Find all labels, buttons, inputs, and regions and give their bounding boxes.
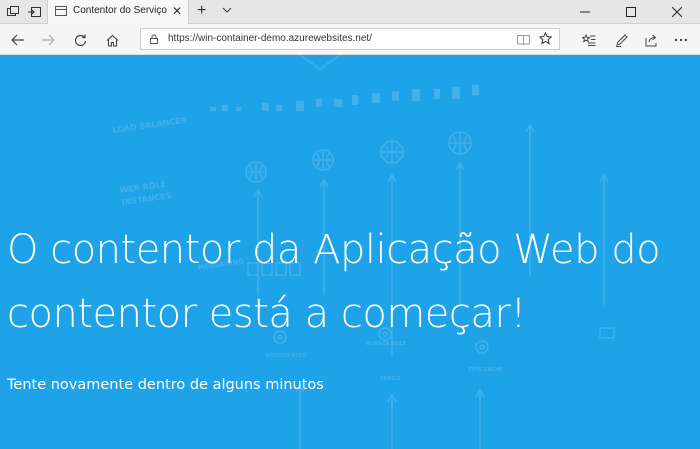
new-tab-icon[interactable]: + — [197, 2, 206, 20]
retry-message: Tente novamente dentro de alguns minutos — [7, 377, 324, 393]
bg-label-load-balancer: LOAD BALANCER — [112, 116, 187, 135]
address-bar[interactable]: https://win-container-demo.azurewebsites… — [140, 28, 560, 50]
active-tab[interactable]: Contentor do Serviço ✕ — [47, 0, 189, 24]
url-text: https://win-container-demo.azurewebsites… — [168, 33, 372, 44]
home-icon[interactable] — [103, 31, 121, 49]
favorites-hub-icon[interactable] — [580, 31, 598, 49]
refresh-icon[interactable] — [71, 31, 89, 49]
share-icon[interactable] — [642, 31, 660, 49]
navigation-bar: https://win-container-demo.azurewebsites… — [0, 24, 700, 55]
lock-icon — [150, 34, 158, 44]
close-icon[interactable] — [654, 0, 700, 24]
tab-list-chevron-icon[interactable] — [222, 3, 232, 19]
close-tab-icon[interactable]: ✕ — [172, 4, 182, 18]
tab-bar: Contentor do Serviço ✕ + — [0, 0, 700, 24]
bg-label-topics: TOPICS — [380, 376, 401, 382]
more-icon[interactable] — [672, 31, 690, 49]
tab-preview-icon[interactable] — [26, 4, 42, 20]
bg-label-type-cache: TYPE CACHE — [468, 367, 503, 373]
page-content: LOAD BALANCER WEB ROLE INSTANCES MESSAGI… — [0, 55, 700, 449]
maximize-icon[interactable] — [608, 0, 654, 24]
bg-label-worker-role-1: WORKER ROLE — [265, 353, 307, 359]
forward-icon[interactable] — [39, 31, 57, 49]
tab-set-aside-icon[interactable] — [5, 4, 21, 20]
minimize-icon[interactable] — [562, 0, 608, 24]
tab-title: Contentor do Serviço — [73, 5, 167, 16]
favorite-star-icon[interactable] — [538, 31, 553, 50]
page-icon — [55, 6, 67, 16]
back-icon[interactable] — [9, 31, 27, 49]
page-headline: O contentor da Aplicação Web do contento… — [7, 227, 661, 337]
reading-view-icon[interactable] — [517, 33, 530, 51]
pen-icon[interactable] — [612, 31, 630, 49]
